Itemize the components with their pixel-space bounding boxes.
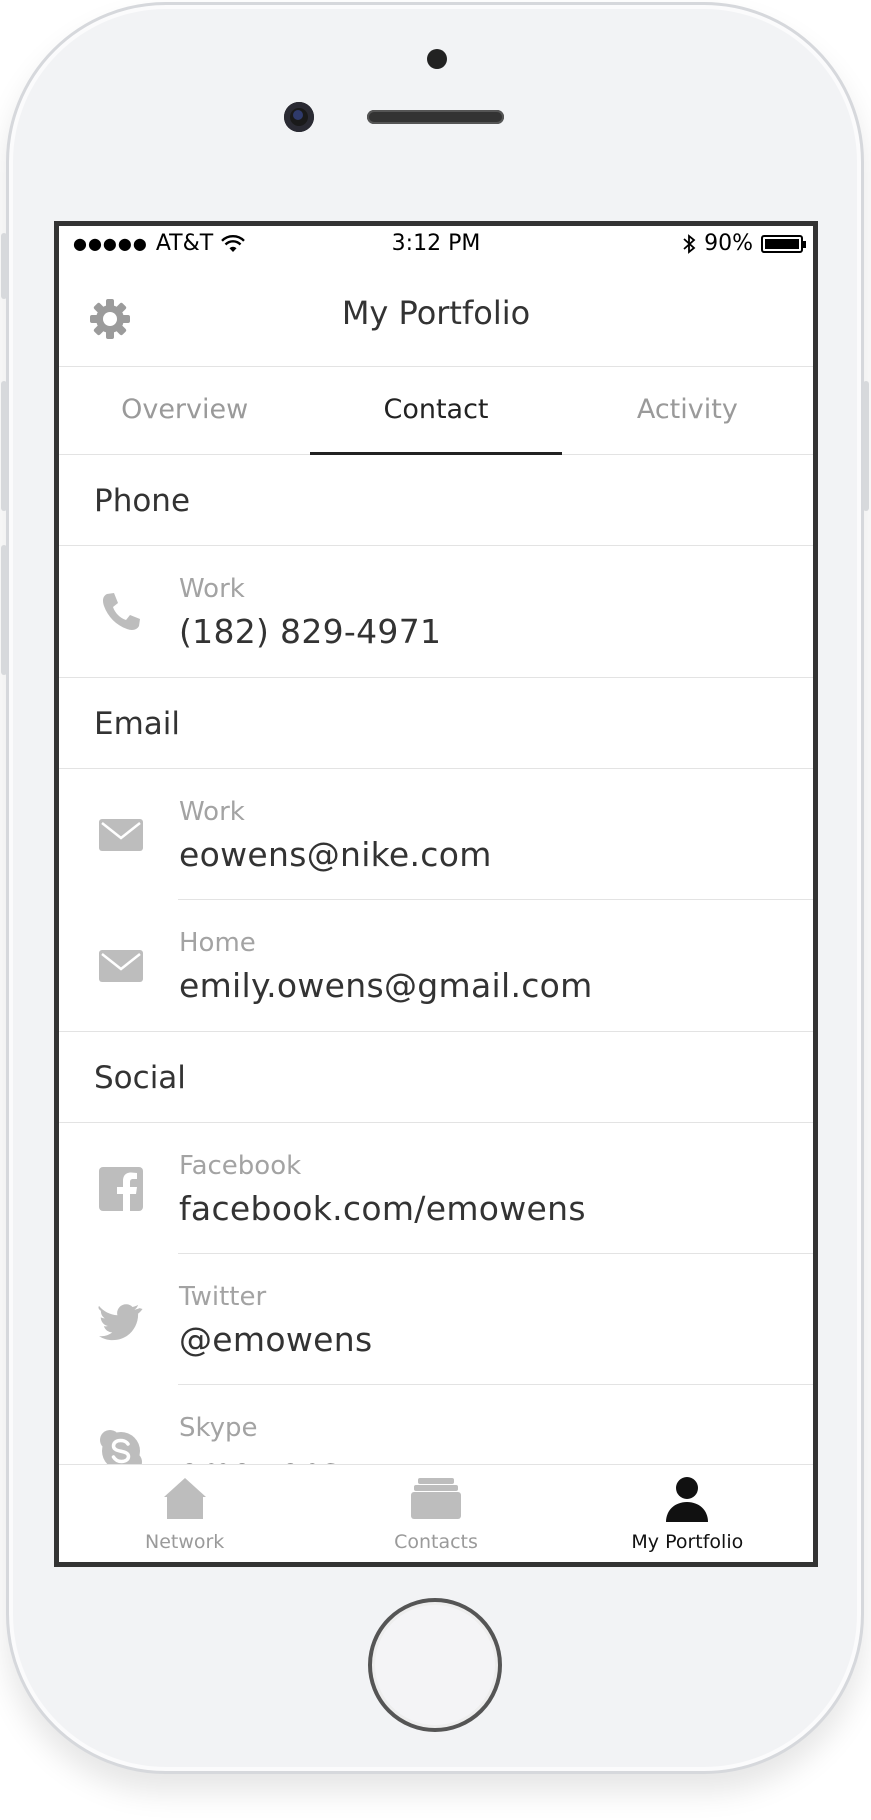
tabbar-label: Contacts xyxy=(394,1531,478,1553)
tab-overview[interactable]: Overview xyxy=(59,366,310,454)
person-icon xyxy=(666,1477,709,1522)
segmented-tabs: Overview Contact Activity xyxy=(59,366,813,455)
volume-down-button xyxy=(1,545,7,675)
item-value: (182) 829-4971 xyxy=(179,612,442,651)
mail-icon xyxy=(99,819,143,851)
volume-up-button xyxy=(1,381,7,511)
section-header-social: Social xyxy=(59,1032,813,1123)
front-camera-icon xyxy=(284,102,314,132)
item-value: facebook.com/emowens xyxy=(179,1189,586,1228)
section-header-phone: Phone xyxy=(59,455,813,546)
status-bar: ●●●●● AT&T 3:12 PM 90% xyxy=(59,226,813,260)
item-label: Work xyxy=(179,797,245,827)
item-label: Facebook xyxy=(179,1151,302,1181)
section-header-email: Email xyxy=(59,678,813,769)
item-label: Home xyxy=(179,928,256,958)
tabbar-item-my-portfolio[interactable]: My Portfolio xyxy=(562,1465,813,1562)
earpiece-speaker xyxy=(367,110,504,124)
home-button[interactable] xyxy=(368,1598,502,1732)
section-title: Email xyxy=(94,706,181,742)
battery-percent: 90% xyxy=(704,231,753,256)
item-value: eowens@nike.com xyxy=(179,835,492,874)
tab-activity[interactable]: Activity xyxy=(562,366,813,454)
list-item-phone-work[interactable]: Work (182) 829-4971 xyxy=(59,546,813,678)
home-icon xyxy=(163,1478,206,1519)
tabbar-item-network[interactable]: Network xyxy=(59,1465,310,1562)
item-value: @emowens xyxy=(179,1320,373,1359)
list-item-email-home[interactable]: Home emily.owens@gmail.com xyxy=(59,900,813,1032)
list-item-twitter[interactable]: Twitter @emowens xyxy=(59,1254,813,1385)
item-value: emily.owens@gmail.com xyxy=(179,966,593,1005)
item-label: Skype xyxy=(179,1413,258,1443)
facebook-icon xyxy=(99,1167,143,1211)
tabbar-item-contacts[interactable]: Contacts xyxy=(310,1465,561,1562)
contacts-icon xyxy=(410,1478,461,1519)
power-button xyxy=(863,381,869,511)
proximity-sensor xyxy=(427,49,447,69)
item-label: Work xyxy=(179,574,245,604)
twitter-icon xyxy=(98,1304,143,1341)
mute-switch xyxy=(1,233,7,299)
battery-icon xyxy=(761,234,806,253)
item-label: Twitter xyxy=(179,1282,267,1312)
phone-icon xyxy=(103,593,140,630)
section-title: Phone xyxy=(94,483,191,519)
app-screen: ●●●●● AT&T 3:12 PM 90% My Portfolio Over… xyxy=(54,221,818,1567)
mail-icon xyxy=(99,950,143,982)
battery-level xyxy=(765,238,799,249)
bluetooth-icon xyxy=(683,233,696,254)
contact-list: Phone Work (182) 829-4971 Email Work eow… xyxy=(59,455,813,1516)
list-item-email-work[interactable]: Work eowens@nike.com xyxy=(59,769,813,900)
page-title: My Portfolio xyxy=(341,294,531,332)
section-title: Social xyxy=(94,1060,186,1096)
list-item-facebook[interactable]: Facebook facebook.com/emowens xyxy=(59,1123,813,1254)
tabbar-label: My Portfolio xyxy=(631,1531,744,1553)
navigation-bar: My Portfolio xyxy=(59,260,813,367)
tab-contact[interactable]: Contact xyxy=(310,366,562,455)
tabbar-label: Network xyxy=(144,1531,225,1553)
bottom-tab-bar: Network Contacts My Portfolio xyxy=(59,1464,813,1562)
